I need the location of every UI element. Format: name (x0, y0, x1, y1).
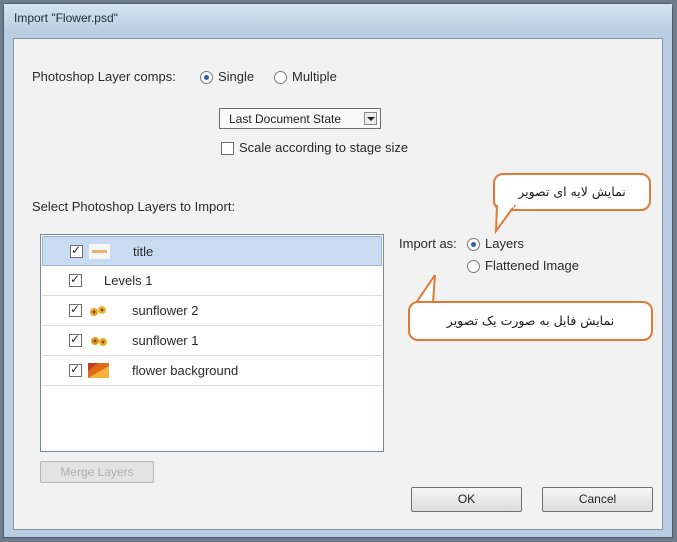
multiple-radio-label[interactable]: Multiple (292, 69, 337, 84)
layer-checkbox[interactable] (69, 302, 82, 317)
layer-checkbox[interactable] (69, 272, 82, 287)
flattened-image-radio-label[interactable]: Flattened Image (485, 258, 579, 273)
import-dialog: Import "Flower.psd" Photoshop Layer comp… (3, 3, 673, 538)
layer-row[interactable]: sunflower 2 (42, 296, 382, 326)
background-thumbnail-icon (88, 363, 109, 378)
sunflower-thumbnail-icon (88, 333, 109, 348)
layer-checkbox[interactable] (70, 243, 83, 258)
merge-layers-button[interactable]: Merge Layers (40, 461, 154, 483)
layer-name: flower background (132, 363, 239, 378)
layer-name: Levels 1 (104, 273, 153, 288)
flattened-callout: نمایش فایل به صورت یک تصویر (408, 301, 653, 341)
layer-name: sunflower 2 (132, 303, 199, 318)
layer-checkbox[interactable] (69, 332, 82, 347)
scale-checkbox-label[interactable]: Scale according to stage size (239, 140, 408, 155)
sunflower-thumbnail-icon (88, 303, 109, 318)
layers-radio[interactable] (467, 238, 480, 251)
cancel-button[interactable]: Cancel (542, 487, 653, 512)
layers-callout-text: نمایش لایه ای تصویر (518, 184, 626, 199)
scale-checkbox[interactable] (221, 142, 234, 155)
layer-comp-dropdown[interactable]: Last Document State (219, 108, 381, 129)
layer-comps-label: Photoshop Layer comps: (32, 69, 176, 84)
layer-row[interactable]: title (42, 236, 382, 266)
ok-button[interactable]: OK (411, 487, 522, 512)
layer-row[interactable]: Levels 1 (42, 266, 382, 296)
dialog-body: Photoshop Layer comps: Single Multiple L… (13, 38, 663, 530)
layer-row[interactable]: flower background (42, 356, 382, 386)
layers-callout-pointer (494, 205, 517, 235)
layer-name: sunflower 1 (132, 333, 199, 348)
chevron-down-icon[interactable] (364, 112, 377, 125)
layer-name: title (133, 244, 154, 259)
single-radio-label[interactable]: Single (218, 69, 254, 84)
dialog-title: Import "Flower.psd" (4, 4, 672, 32)
single-radio[interactable] (200, 71, 213, 84)
title-thumbnail-icon (89, 244, 110, 259)
layers-radio-label[interactable]: Layers (485, 236, 524, 251)
layer-checkbox[interactable] (69, 362, 82, 377)
layers-list[interactable]: title Levels 1 sunflower 2 sunflower 1 (40, 234, 384, 452)
import-as-label: Import as: (399, 236, 457, 251)
multiple-radio[interactable] (274, 71, 287, 84)
layer-comp-dropdown-value: Last Document State (229, 112, 342, 126)
select-layers-label: Select Photoshop Layers to Import: (32, 199, 236, 214)
flattened-callout-text: نمایش فایل به صورت یک تصویر (446, 313, 615, 328)
layer-row[interactable]: sunflower 1 (42, 326, 382, 356)
flattened-image-radio[interactable] (467, 260, 480, 273)
